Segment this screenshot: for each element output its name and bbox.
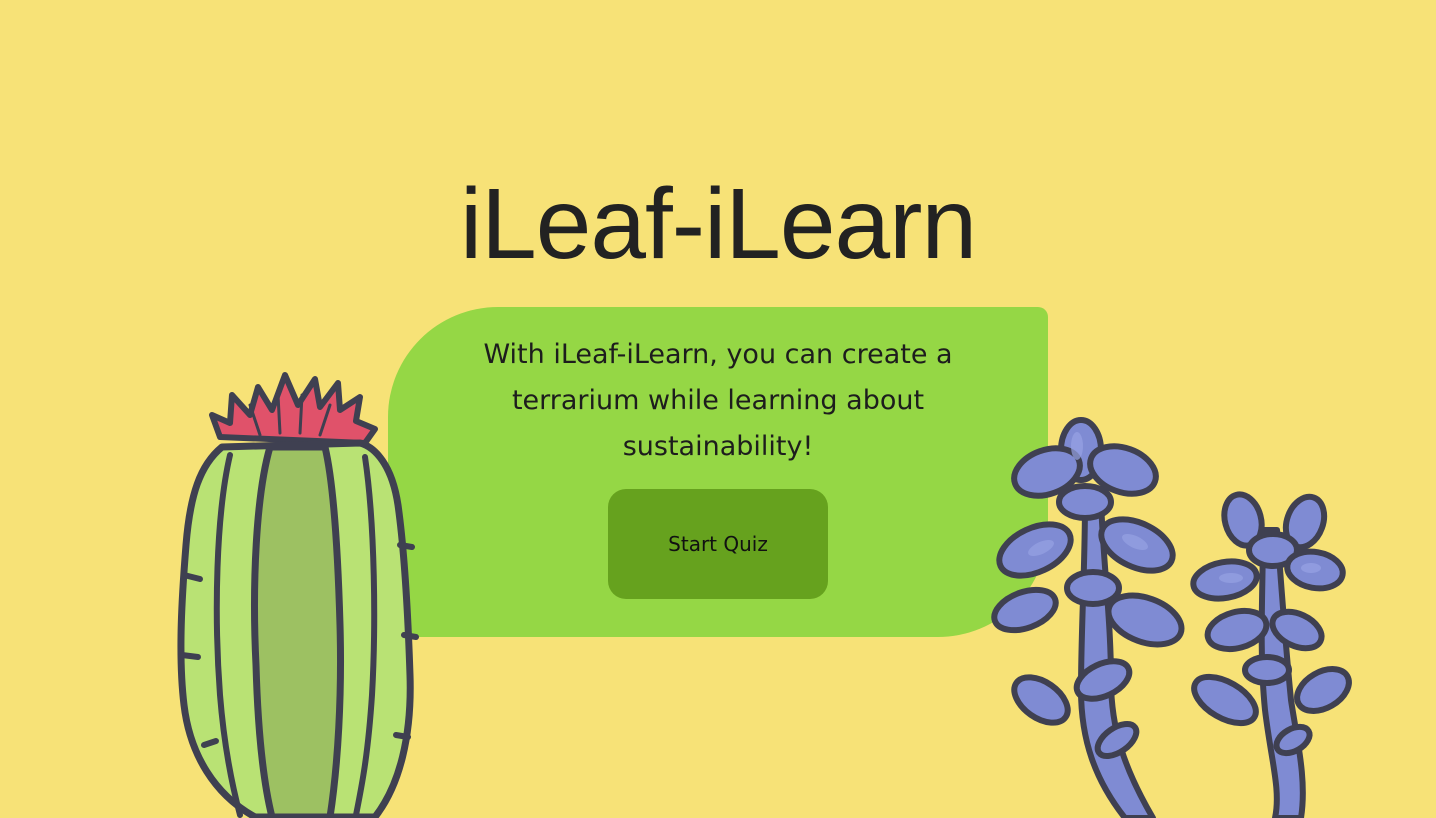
succulent-icon — [991, 417, 1352, 818]
start-quiz-button[interactable]: Start Quiz — [608, 489, 828, 599]
cactus-icon — [177, 372, 419, 818]
page-title: iLeaf-iLearn — [459, 168, 977, 280]
intro-text: With iLeaf-iLearn, you can create a terr… — [483, 339, 953, 462]
